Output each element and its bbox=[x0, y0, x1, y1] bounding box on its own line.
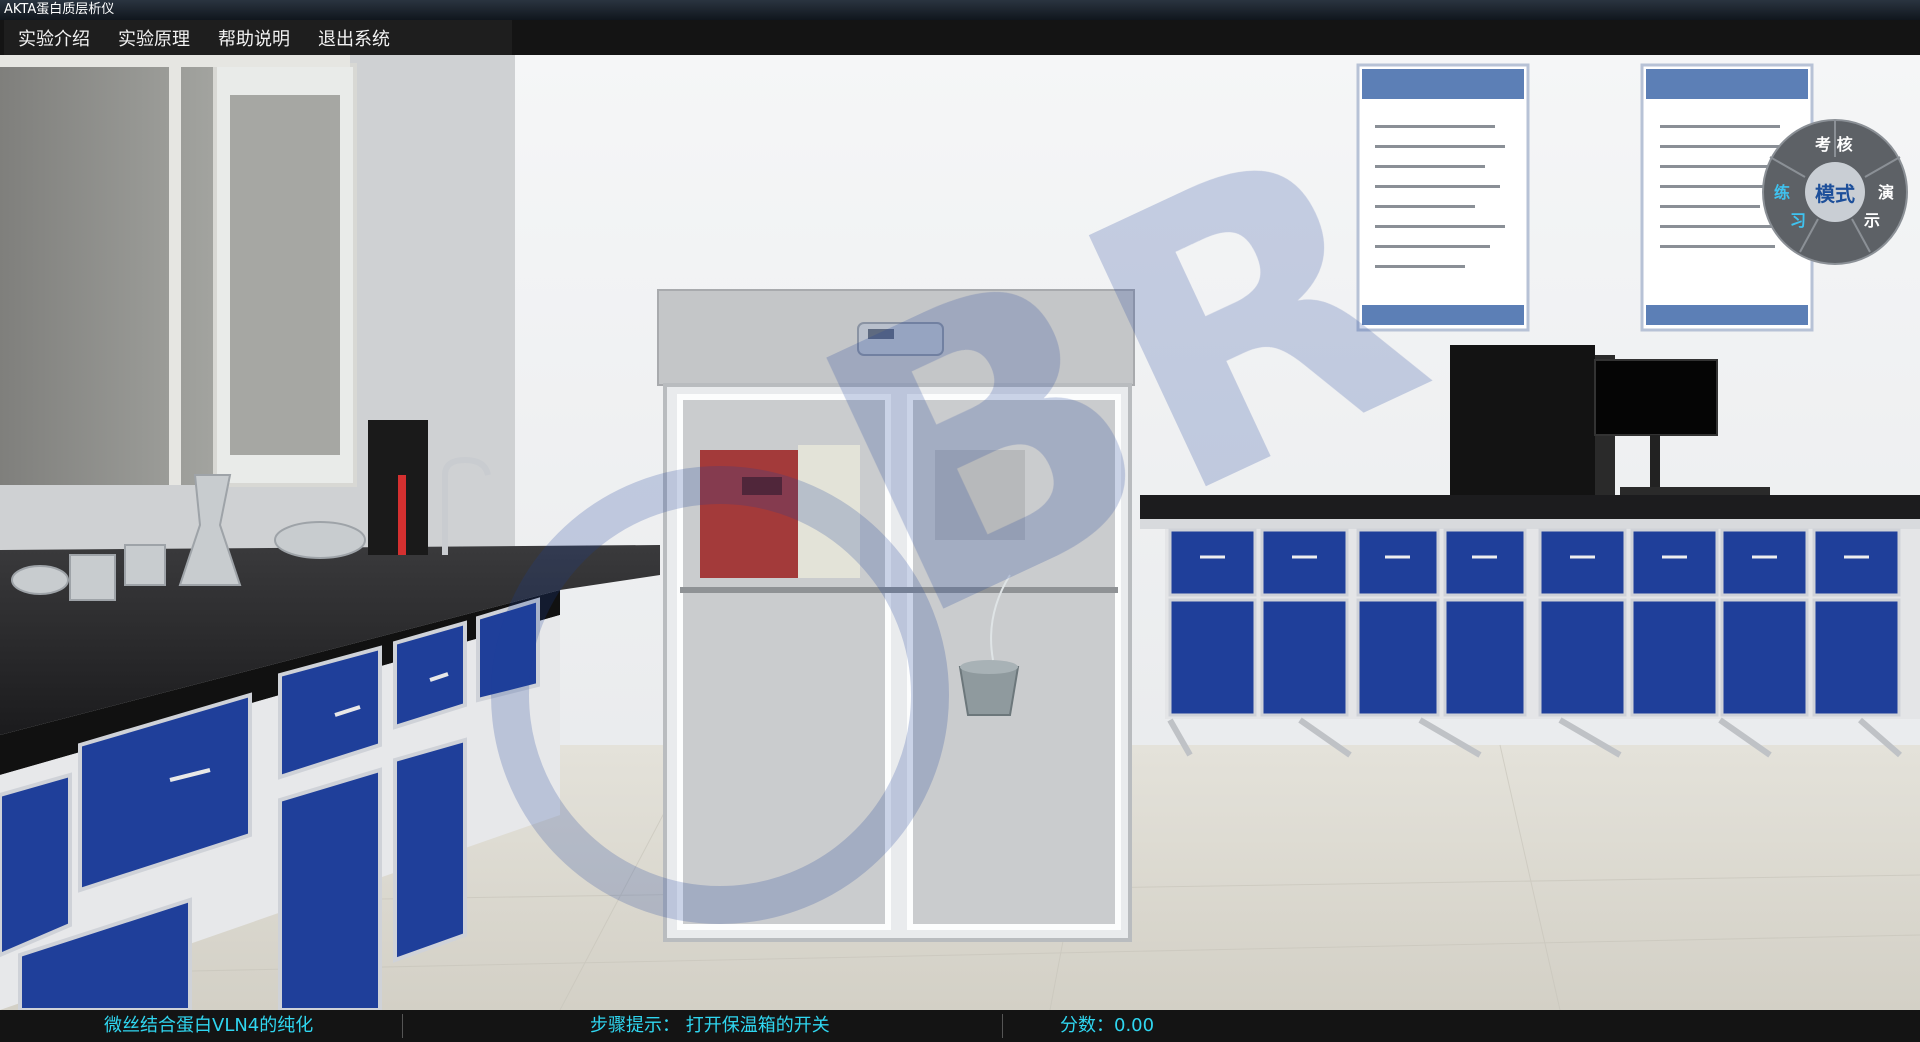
step-hint: 步骤提示： 打开保温箱的开关 bbox=[590, 1015, 830, 1036]
lab-scene-render: BR bbox=[0, 55, 1920, 1010]
mode-exam-button[interactable]: 考 核 bbox=[1815, 131, 1853, 155]
status-divider bbox=[402, 1014, 403, 1038]
status-bar: 微丝结合蛋白VLN4的纯化 步骤提示： 打开保温箱的开关 分数：0.00 bbox=[0, 1010, 1920, 1042]
window bbox=[0, 55, 357, 487]
mode-dial: 考 核 演 示 练 习 模式 bbox=[1760, 117, 1910, 267]
status-divider bbox=[1002, 1014, 1003, 1038]
mode-center-button[interactable]: 模式 bbox=[1805, 162, 1865, 222]
score: 分数：0.00 bbox=[1060, 1015, 1155, 1036]
menu-bar: 实验介绍 实验原理 帮助说明 退出系统 bbox=[0, 20, 1920, 55]
mode-demo-button-part2[interactable]: 示 bbox=[1864, 207, 1880, 231]
menu-item-help[interactable]: 帮助说明 bbox=[204, 25, 304, 51]
menu-item-exit[interactable]: 退出系统 bbox=[304, 25, 404, 51]
window-title: AKTA蛋白质层析仪 bbox=[0, 0, 1920, 20]
menu-item-principle[interactable]: 实验原理 bbox=[104, 25, 204, 51]
menu-item-intro[interactable]: 实验介绍 bbox=[4, 25, 104, 51]
experiment-name: 微丝结合蛋白VLN4的纯化 bbox=[104, 1015, 314, 1036]
mode-practice-button-part1[interactable]: 练 bbox=[1774, 179, 1790, 203]
menu-group: 实验介绍 实验原理 帮助说明 退出系统 bbox=[4, 20, 512, 55]
mode-practice-button-part2[interactable]: 习 bbox=[1790, 207, 1806, 231]
lab-scene: BR 考 核 演 示 练 习 模式 bbox=[0, 55, 1920, 1010]
mode-demo-button-part1[interactable]: 演 bbox=[1878, 179, 1894, 203]
